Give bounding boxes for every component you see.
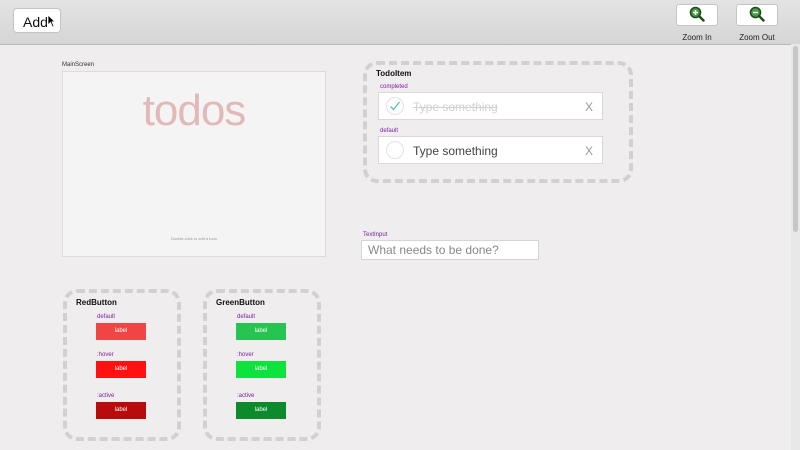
mouse-cursor-icon — [47, 14, 56, 28]
scrollbar-thumb[interactable] — [793, 46, 798, 232]
todo-text[interactable]: Type something — [413, 144, 498, 158]
delete-icon[interactable]: X — [585, 100, 593, 114]
zoom-in-control[interactable]: Zoom In — [666, 4, 728, 42]
todoitem-completed-state-label: completed — [380, 84, 408, 90]
todoitem-title: TodoItem — [376, 69, 412, 78]
redbutton-title: RedButton — [76, 298, 117, 307]
delete-icon[interactable]: X — [585, 144, 593, 158]
zoom-out-icon — [749, 6, 765, 22]
zoom-out-label: Zoom Out — [739, 33, 775, 42]
red-button-active[interactable]: label — [96, 402, 146, 419]
red-button-active-state-label: :active — [97, 393, 115, 399]
todos-title: todos — [142, 86, 247, 135]
toolbar: Add Zoom In Zoom Out — [0, 0, 800, 45]
red-button-hover-state-label: :hover — [97, 352, 114, 358]
green-button-active-state-label: :active — [237, 393, 255, 399]
vertical-scrollbar[interactable] — [791, 44, 800, 450]
red-button-hover[interactable]: label — [96, 361, 146, 378]
todoitem-component-box[interactable] — [363, 61, 633, 183]
zoom-in-icon — [689, 6, 705, 22]
green-button-hover-state-label: :hover — [237, 352, 254, 358]
greenbutton-title: GreenButton — [216, 298, 265, 307]
zoom-in-button[interactable] — [676, 4, 718, 26]
green-button-active[interactable]: label — [236, 402, 286, 419]
text-input-label: TextInput — [363, 232, 388, 238]
new-todo-input[interactable]: What needs to be done? — [361, 240, 539, 260]
green-button-hover[interactable]: label — [236, 361, 286, 378]
checkmark-icon — [390, 101, 401, 111]
main-screen-preview[interactable]: todos Double-click to edit a todo — [62, 71, 326, 257]
todo-text[interactable]: Type something — [413, 100, 498, 114]
red-button-default[interactable]: label — [96, 323, 146, 340]
zoom-in-label: Zoom In — [682, 33, 712, 42]
zoom-out-button[interactable] — [736, 4, 778, 26]
red-button-default-state-label: default — [97, 314, 116, 320]
green-button-default-state-label: default — [237, 314, 256, 320]
hint-text: Double-click to edit a todo — [170, 236, 218, 241]
main-screen-label: MainScreen — [62, 62, 95, 68]
todoitem-default-state-label: default — [380, 128, 399, 134]
todo-item-completed[interactable]: Type something X — [378, 92, 603, 120]
toggle-checkbox[interactable] — [386, 97, 404, 115]
zoom-out-control[interactable]: Zoom Out — [726, 4, 788, 42]
toggle-checkbox[interactable] — [386, 141, 404, 159]
todo-item-default[interactable]: Type something X — [378, 136, 603, 164]
green-button-default[interactable]: label — [236, 323, 286, 340]
